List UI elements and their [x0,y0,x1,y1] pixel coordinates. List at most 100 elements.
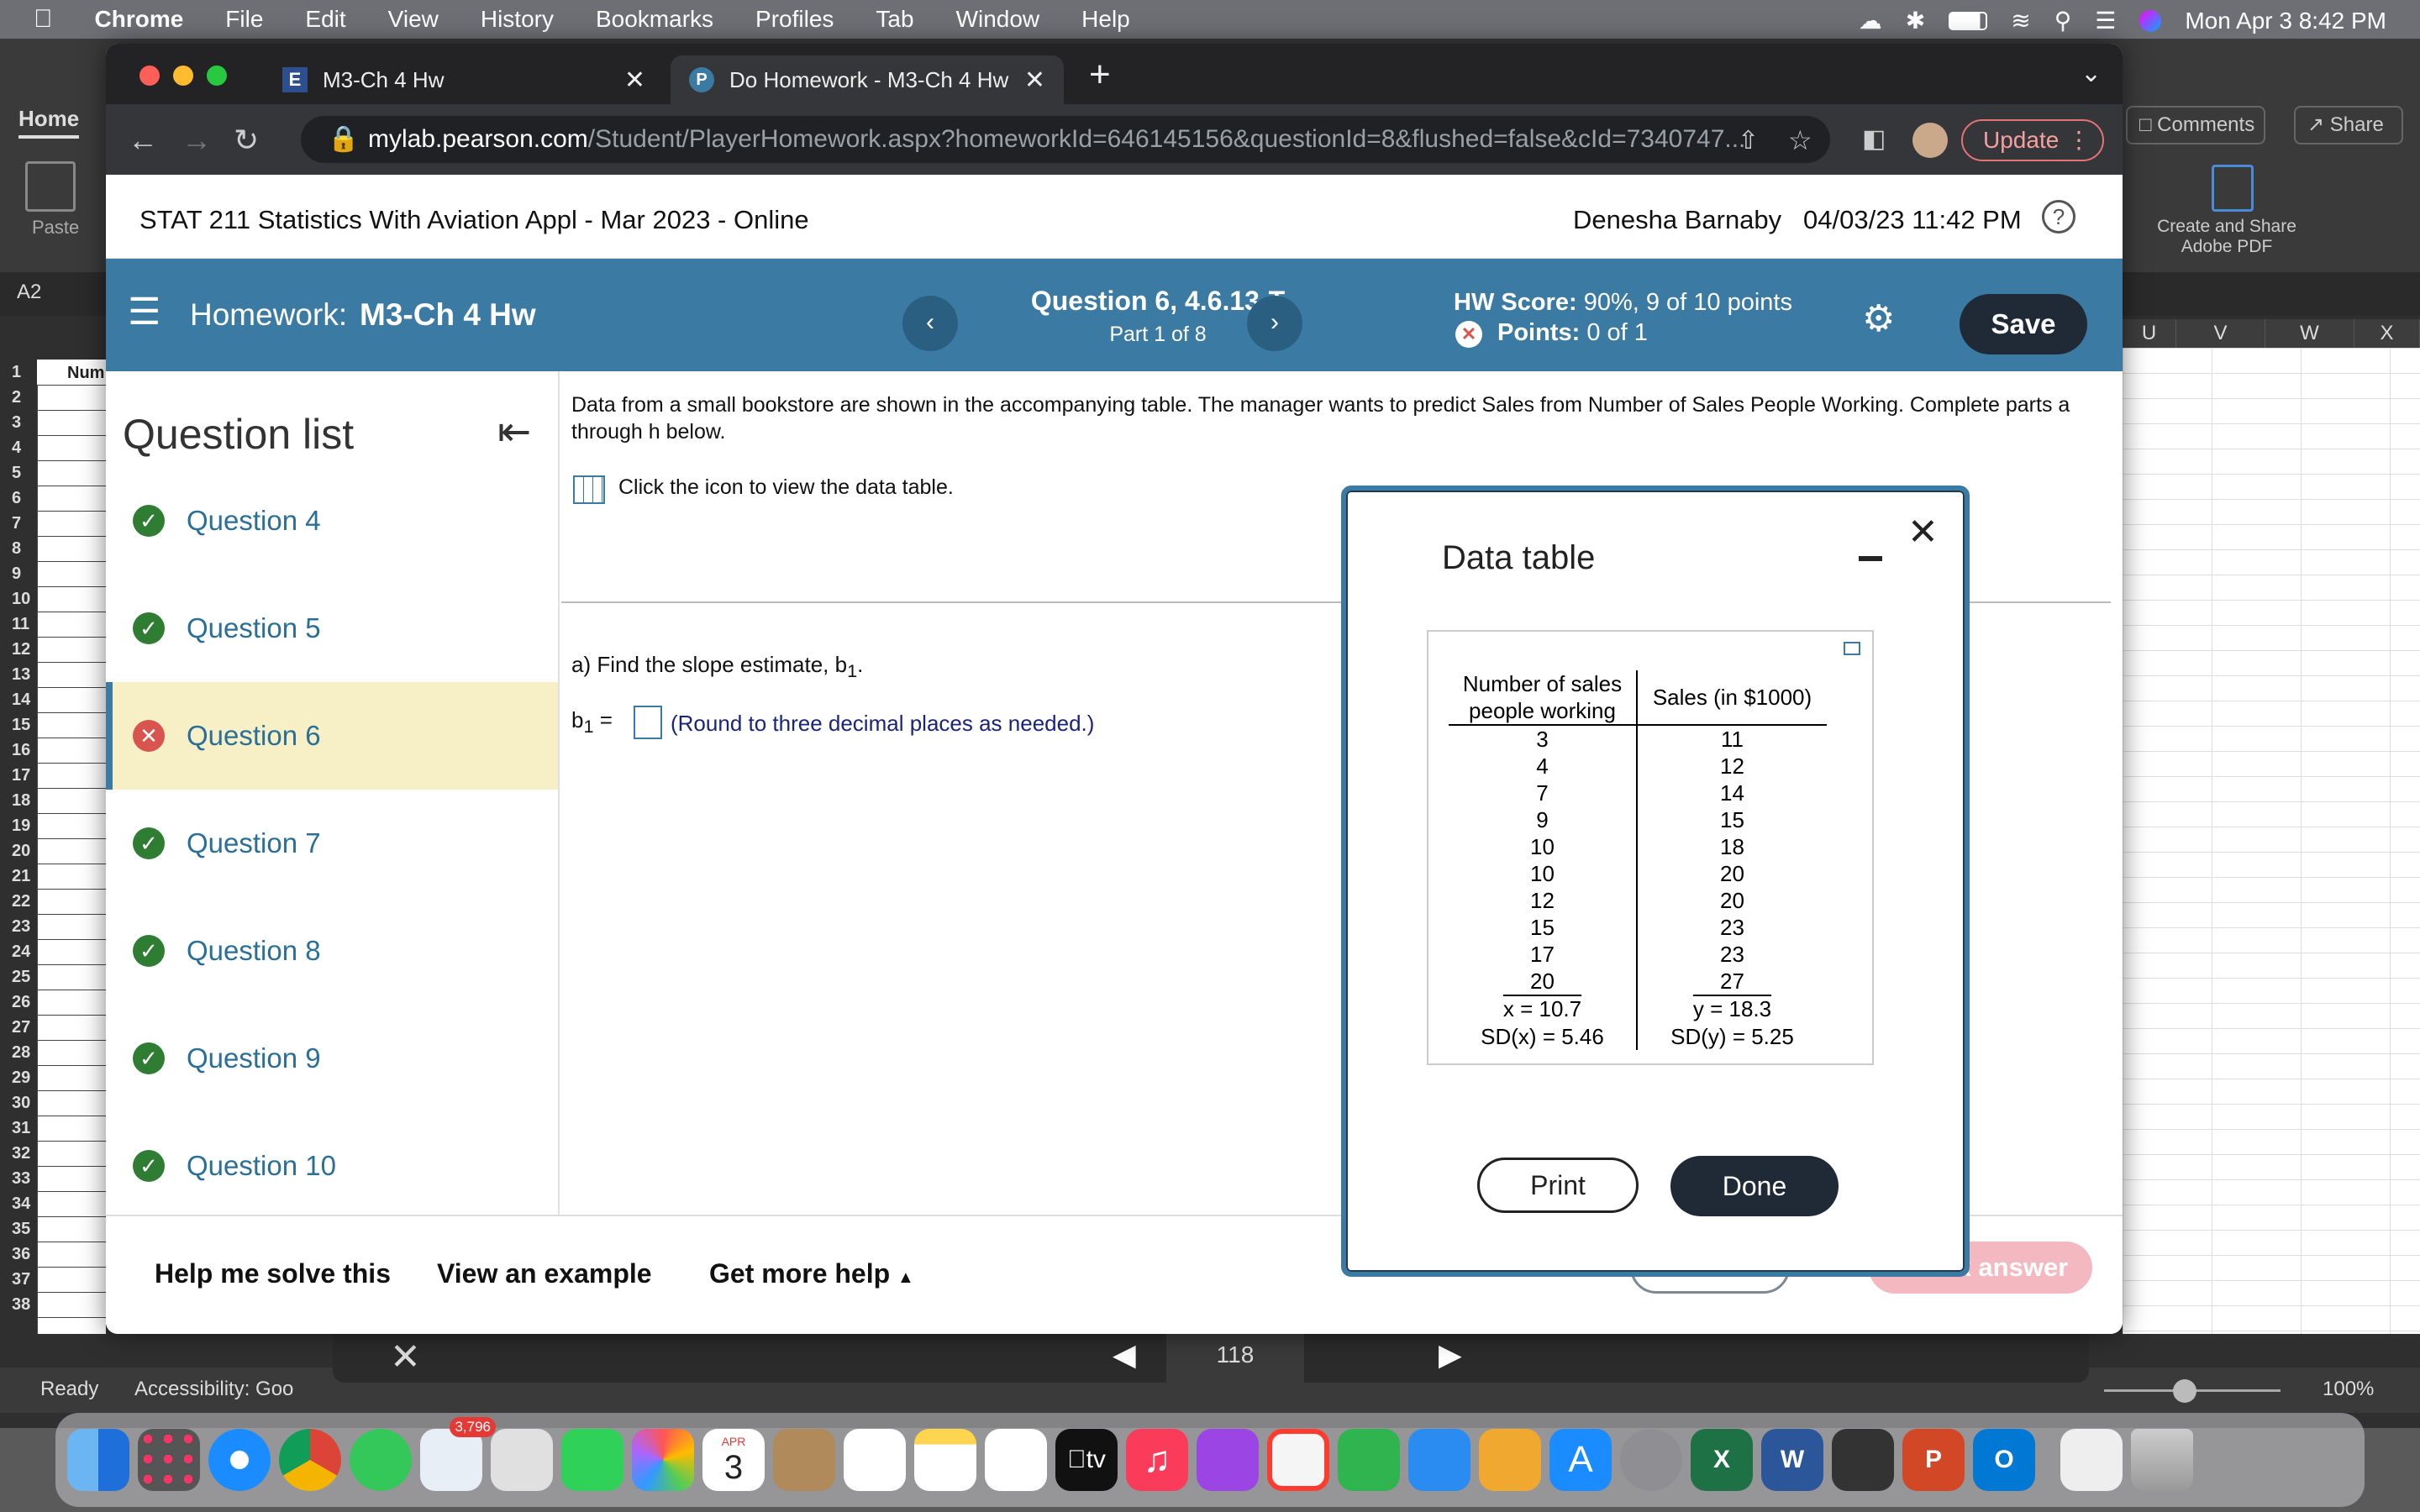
chrome-icon[interactable] [279,1429,341,1491]
calendar-icon[interactable]: APR 3 [702,1429,765,1491]
view-example-button[interactable]: View an example [437,1258,652,1289]
bluetooth-icon[interactable]: ✱ [1906,7,1925,34]
row-number[interactable]: 27 [0,1015,37,1040]
previous-question-button[interactable]: ‹ [902,296,958,351]
safari-icon[interactable] [208,1429,271,1491]
column-header-w[interactable]: W [2265,319,2354,348]
row-number[interactable]: 32 [0,1141,37,1166]
done-button[interactable]: Done [1670,1156,1839,1216]
row-number[interactable]: 38 [0,1292,37,1317]
question-item-10[interactable]: ✓ Question 10 [106,1112,558,1220]
row-number[interactable]: 10 [0,586,37,612]
row-number[interactable]: 5 [0,460,37,486]
row-number[interactable]: 6 [0,486,37,511]
lock-icon[interactable]: 🔒 [328,116,359,163]
row-number[interactable]: 31 [0,1116,37,1141]
address-bar[interactable]: 🔒 mylab.pearson.com/Student/PlayerHomewo… [301,116,1830,163]
close-tab-icon[interactable]: ✕ [624,66,645,95]
podcasts-icon[interactable] [1197,1429,1259,1491]
app-store-icon[interactable]: A [1549,1429,1612,1491]
close-window-button[interactable] [139,66,160,86]
previous-page-icon[interactable]: ◀ [1113,1337,1136,1373]
menu-view[interactable]: View [388,6,439,33]
finder-icon[interactable] [67,1429,129,1491]
reminders-icon[interactable] [844,1429,906,1491]
row-number[interactable]: 23 [0,914,37,939]
word-icon[interactable]: W [1761,1429,1823,1491]
column-header-x[interactable]: X [2354,319,2420,348]
adobe-pdf-icon[interactable] [2212,165,2254,212]
paste-icon[interactable] [25,161,76,212]
row-number[interactable]: 30 [0,1090,37,1116]
row-number[interactable]: 17 [0,763,37,788]
music-icon[interactable]: ♫ [1126,1429,1188,1491]
row-number[interactable]: 11 [0,612,37,637]
question-item-8[interactable]: ✓ Question 8 [106,897,558,1005]
reload-icon[interactable]: ↻ [234,123,259,158]
question-item-7[interactable]: ✓ Question 7 [106,790,558,897]
row-number[interactable]: 29 [0,1065,37,1090]
news-icon[interactable] [1267,1429,1329,1491]
row-number[interactable]: 22 [0,889,37,914]
numbers-icon[interactable] [1338,1429,1400,1491]
menu-edit[interactable]: Edit [305,6,345,33]
slope-answer-input[interactable] [634,706,662,739]
minimize-dialog-icon[interactable] [1859,556,1882,561]
forward-icon[interactable]: → [182,123,212,158]
row-number[interactable]: 34 [0,1191,37,1216]
apple-icon[interactable]:  [34,5,53,34]
update-button[interactable]: Update ⋮ [1961,119,2104,161]
help-me-solve-button[interactable]: Help me solve this [155,1258,391,1289]
data-table-icon[interactable] [573,475,605,504]
row-number[interactable]: 9 [0,561,37,586]
bookmark-star-icon[interactable]: ☆ [1788,124,1812,156]
row-number[interactable]: 8 [0,536,37,561]
row-number[interactable]: 15 [0,712,37,738]
accessibility-status[interactable]: Accessibility: Goo [134,1378,293,1401]
minimize-window-button[interactable] [173,66,193,86]
row-number[interactable]: 35 [0,1216,37,1242]
battery-icon[interactable] [1949,11,1988,30]
collapse-panel-icon[interactable]: ⇤ [497,408,531,455]
row-number[interactable]: 25 [0,964,37,990]
zoom-slider-thumb[interactable] [2173,1379,2196,1403]
row-number[interactable]: 28 [0,1040,37,1065]
excel-comments-button[interactable]: □ Comments [2126,106,2265,144]
tab-do-homework[interactable]: P Do Homework - M3-Ch 4 Hw ✕ [671,55,1064,104]
profile-avatar[interactable] [1912,123,1948,158]
row-number[interactable]: 4 [0,435,37,460]
menu-tab[interactable]: Tab [876,6,913,33]
row-number[interactable]: 18 [0,788,37,813]
control-center-icon[interactable]: ☰ [2095,7,2116,34]
get-more-help-label[interactable]: Get more help [709,1258,890,1289]
excel-home-tab[interactable]: Home [18,106,80,139]
column-header-u[interactable]: U [2123,319,2176,348]
row-number[interactable]: 13 [0,662,37,687]
zoom-level[interactable]: 100% [2323,1378,2374,1401]
notes-icon[interactable] [914,1429,976,1491]
row-number[interactable]: 20 [0,838,37,864]
tab-search-chevron-icon[interactable]: ⌄ [2081,59,2102,88]
menu-profiles[interactable]: Profiles [755,6,834,33]
excel-icon[interactable]: X [1691,1429,1753,1491]
mail-icon[interactable]: 3,796 [420,1417,496,1491]
share-page-icon[interactable]: ⇧ [1738,126,1759,155]
menu-file[interactable]: File [225,6,263,33]
menu-help[interactable]: Help [1081,6,1130,33]
freeform-icon[interactable] [985,1429,1047,1491]
apple-tv-icon[interactable]: tv [1055,1429,1118,1491]
menu-app-name[interactable]: Chrome [95,6,184,33]
close-dialog-icon[interactable]: ✕ [1907,511,1939,554]
close-sheet-icon[interactable]: ✕ [390,1336,421,1378]
help-icon[interactable]: ? [2042,200,2075,234]
facetime-icon[interactable] [561,1429,623,1491]
side-panel-icon[interactable]: ◧ [1862,124,1886,154]
row-number[interactable]: 16 [0,738,37,763]
question-item-6[interactable]: ✕ Question 6 [106,682,558,790]
menu-bookmarks[interactable]: Bookmarks [596,6,713,33]
next-page-icon[interactable]: ▶ [1439,1337,1462,1373]
question-item-5[interactable]: ✓ Question 5 [106,575,558,682]
row-number[interactable]: 37 [0,1267,37,1292]
powerpoint-icon[interactable]: P [1902,1429,1965,1491]
photos-icon[interactable] [632,1429,694,1491]
